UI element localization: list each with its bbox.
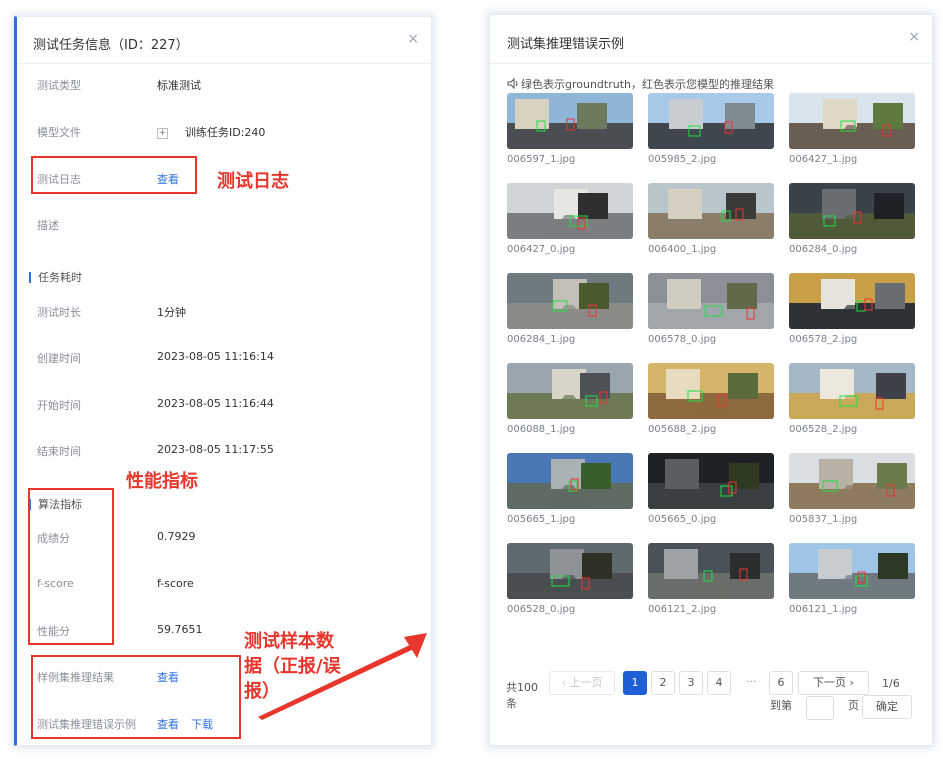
image-thumbnail[interactable] — [789, 543, 915, 599]
gallery-item[interactable]: 006088_1.jpg — [507, 363, 633, 435]
gallery-item-filename: 006284_1.jpg — [507, 334, 576, 345]
gallery-item-filename: 006284_0.jpg — [789, 244, 858, 255]
gallery-item[interactable]: 006578_0.jpg — [648, 273, 774, 345]
image-thumbnail[interactable] — [507, 93, 633, 149]
image-thumbnail[interactable] — [648, 183, 774, 239]
image-thumbnail[interactable] — [507, 453, 633, 509]
gallery-item-filename: 006400_1.jpg — [648, 244, 717, 255]
total-count-line1: 共100 — [506, 681, 538, 694]
next-page-label: 下一页 — [813, 676, 847, 689]
page-4-button[interactable]: 4 — [707, 671, 731, 695]
image-thumbnail[interactable] — [789, 453, 915, 509]
gallery-item-filename: 005665_0.jpg — [648, 514, 717, 525]
gallery-item[interactable]: 006597_1.jpg — [507, 93, 633, 165]
page-ellipsis: ··· — [746, 675, 757, 688]
gallery-item-filename: 006597_1.jpg — [507, 154, 576, 165]
gallery-item[interactable]: 005665_1.jpg — [507, 453, 633, 525]
page-3-button[interactable]: 3 — [679, 671, 703, 695]
goto-unit: 页 — [848, 699, 859, 712]
gallery-item[interactable]: 006427_0.jpg — [507, 183, 633, 255]
image-thumbnail[interactable] — [507, 543, 633, 599]
prev-page-button[interactable]: ‹ 上一页 — [549, 671, 615, 695]
image-thumbnail[interactable] — [648, 363, 774, 419]
gallery-item[interactable]: 005837_1.jpg — [789, 453, 915, 525]
gallery-item[interactable]: 006427_1.jpg — [789, 93, 915, 165]
image-thumbnail[interactable] — [507, 273, 633, 329]
image-thumbnail[interactable] — [648, 273, 774, 329]
error-examples-title: 测试集推理错误示例 — [507, 37, 625, 52]
image-thumbnail[interactable] — [507, 183, 633, 239]
gallery-item[interactable]: 006121_2.jpg — [648, 543, 774, 615]
image-thumbnail[interactable] — [789, 183, 915, 239]
image-thumbnail[interactable] — [648, 453, 774, 509]
image-thumbnail[interactable] — [789, 93, 915, 149]
gallery-item[interactable]: 006121_1.jpg — [789, 543, 915, 615]
page-1-button[interactable]: 1 — [623, 671, 647, 695]
gallery-item[interactable]: 005688_2.jpg — [648, 363, 774, 435]
gallery-item-filename: 006427_1.jpg — [789, 154, 858, 165]
image-thumbnail[interactable] — [789, 273, 915, 329]
speaker-icon — [507, 77, 518, 90]
gallery-item-filename: 005837_1.jpg — [789, 514, 858, 525]
image-thumbnail[interactable] — [507, 363, 633, 419]
gallery-item-filename: 006528_2.jpg — [789, 424, 858, 435]
page-2-button[interactable]: 2 — [651, 671, 675, 695]
gallery-item[interactable]: 006528_2.jpg — [789, 363, 915, 435]
image-thumbnail[interactable] — [648, 93, 774, 149]
legend-hint-text: 绿色表示groundtruth，红色表示您模型的推理结果 — [521, 78, 775, 91]
gallery-item[interactable]: 006400_1.jpg — [648, 183, 774, 255]
gallery-item[interactable]: 006284_0.jpg — [789, 183, 915, 255]
gallery-item[interactable]: 006578_2.jpg — [789, 273, 915, 345]
gallery-item[interactable]: 006284_1.jpg — [507, 273, 633, 345]
next-page-button[interactable]: 下一页 › — [798, 671, 869, 695]
gallery-item[interactable]: 005665_0.jpg — [648, 453, 774, 525]
gallery-item-filename: 005985_2.jpg — [648, 154, 717, 165]
gallery-item-filename: 005665_1.jpg — [507, 514, 576, 525]
total-count: 共100 条 — [506, 680, 538, 712]
gallery-item-filename: 006121_1.jpg — [789, 604, 858, 615]
gallery-item-filename: 006528_0.jpg — [507, 604, 576, 615]
close-icon[interactable]: × — [908, 30, 920, 44]
gallery-item-filename: 006427_0.jpg — [507, 244, 576, 255]
image-thumbnail[interactable] — [789, 363, 915, 419]
gallery-item-filename: 006088_1.jpg — [507, 424, 576, 435]
total-count-line2: 条 — [506, 697, 517, 710]
page-6-button[interactable]: 6 — [769, 671, 793, 695]
prev-page-label: 上一页 — [569, 676, 603, 689]
confirm-goto-button[interactable]: 确定 — [862, 695, 912, 719]
gallery-item[interactable]: 005985_2.jpg — [648, 93, 774, 165]
goto-page-input[interactable] — [806, 696, 834, 720]
goto-label: 到第 — [770, 699, 792, 712]
gallery-item-filename: 006578_0.jpg — [648, 334, 717, 345]
image-thumbnail[interactable] — [648, 543, 774, 599]
header-divider — [490, 63, 932, 64]
legend-hint: 绿色表示groundtruth，红色表示您模型的推理结果 — [507, 76, 774, 92]
chevron-left-icon: ‹ — [561, 676, 566, 689]
gallery-item-filename: 006121_2.jpg — [648, 604, 717, 615]
error-examples-panel: 测试集推理错误示例 × 绿色表示groundtruth，红色表示您模型的推理结果… — [489, 14, 933, 746]
gallery-item-filename: 006578_2.jpg — [789, 334, 858, 345]
gallery-item-filename: 005688_2.jpg — [648, 424, 717, 435]
page-info: 1/6 — [882, 677, 900, 690]
gallery-item[interactable]: 006528_0.jpg — [507, 543, 633, 615]
chevron-right-icon: › — [849, 676, 854, 689]
